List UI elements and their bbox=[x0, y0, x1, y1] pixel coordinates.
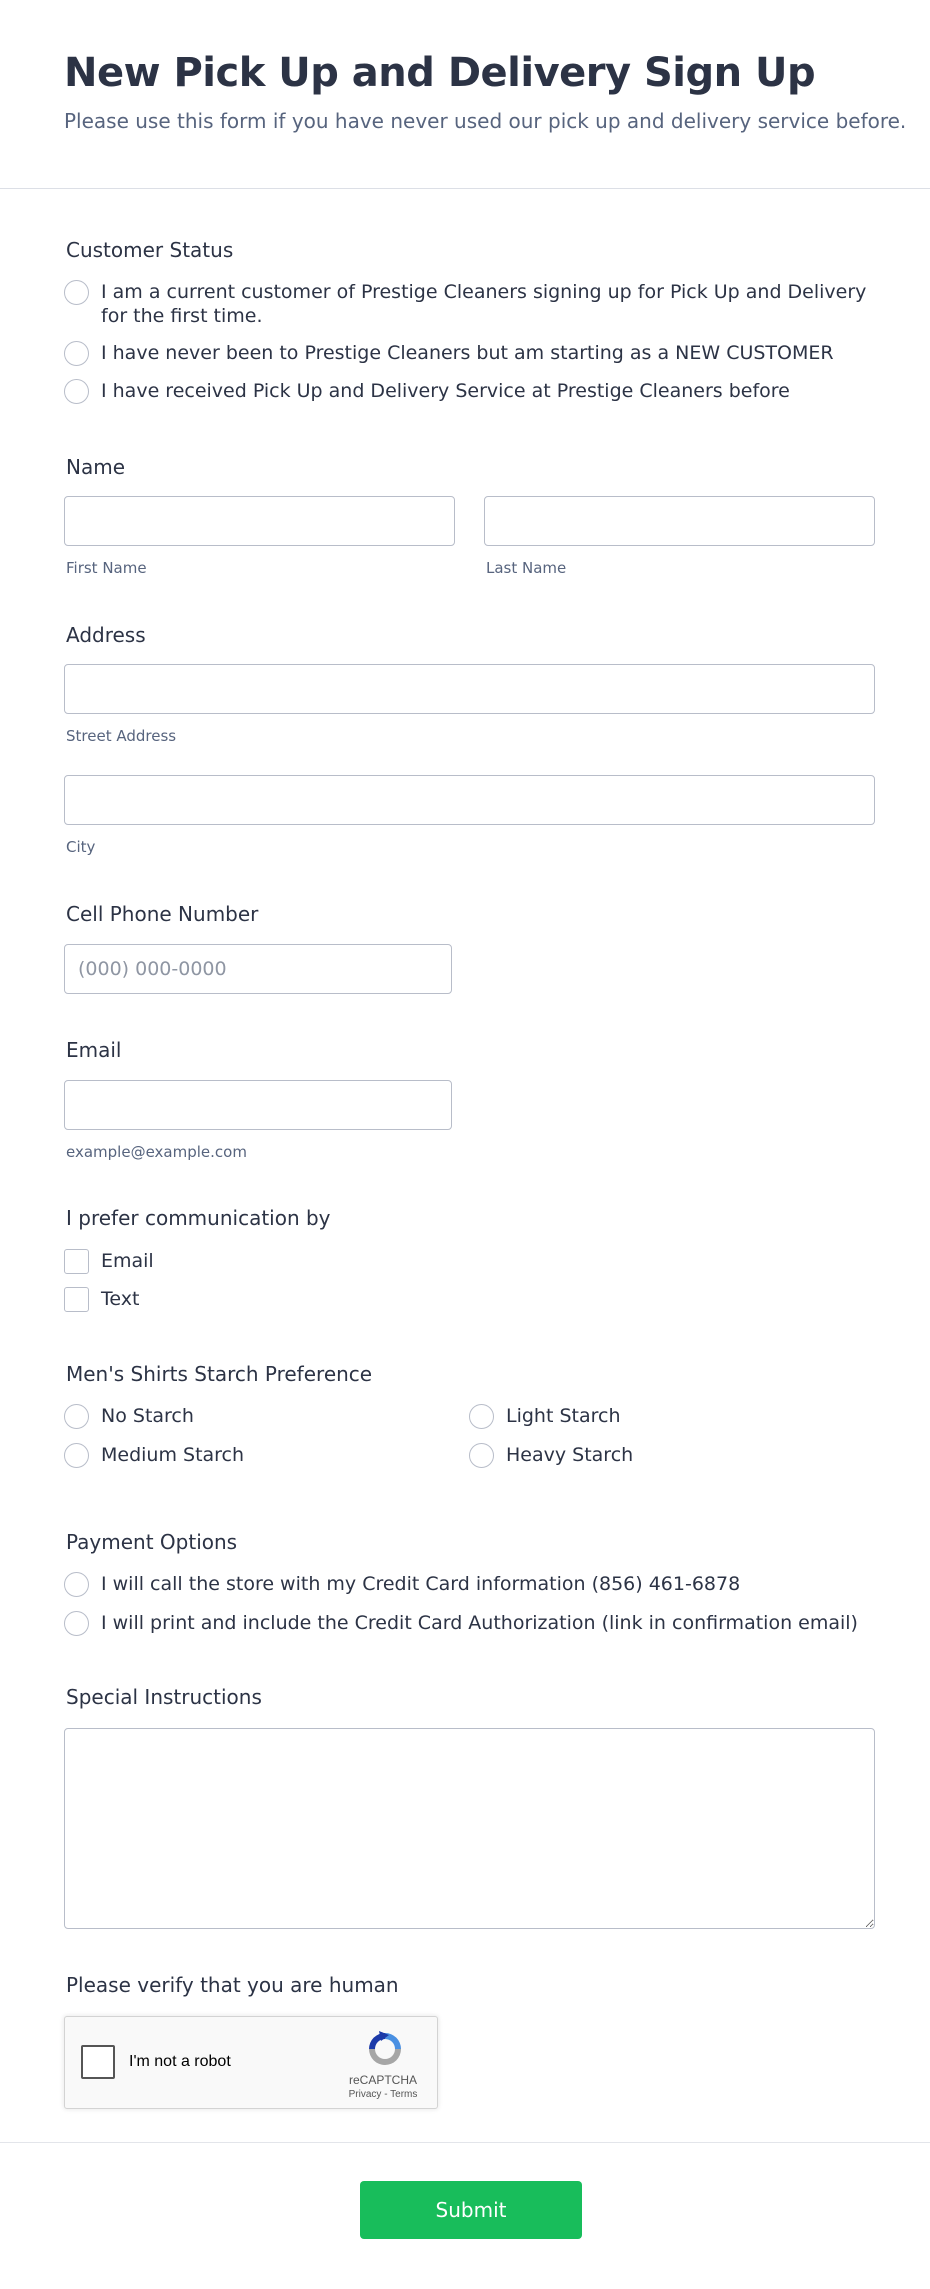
email-sublabel: example@example.com bbox=[66, 1143, 247, 1161]
starch-option-light[interactable]: Light Starch bbox=[506, 1404, 621, 1428]
name-label: Name bbox=[66, 455, 126, 479]
starch-option-heavy[interactable]: Heavy Starch bbox=[506, 1443, 633, 1467]
communication-option-text[interactable]: Text bbox=[101, 1287, 139, 1311]
phone-input[interactable] bbox=[64, 944, 452, 994]
phone-label: Cell Phone Number bbox=[66, 902, 259, 926]
payment-radio-print[interactable] bbox=[64, 1611, 89, 1636]
communication-label: I prefer communication by bbox=[66, 1206, 331, 1230]
first-name-input[interactable] bbox=[64, 496, 455, 546]
customer-status-option-returning[interactable]: I have received Pick Up and Delivery Ser… bbox=[101, 379, 790, 403]
form-header: New Pick Up and Delivery Sign Up Please … bbox=[0, 0, 930, 189]
customer-status-radio-current[interactable] bbox=[64, 280, 89, 305]
starch-radio-medium[interactable] bbox=[64, 1443, 89, 1468]
customer-status-option-current[interactable]: I am a current customer of Prestige Clea… bbox=[101, 280, 891, 328]
form-subtitle: Please use this form if you have never u… bbox=[64, 109, 907, 133]
street-address-sublabel: Street Address bbox=[66, 727, 177, 745]
city-sublabel: City bbox=[66, 838, 96, 856]
starch-option-medium[interactable]: Medium Starch bbox=[101, 1443, 244, 1467]
submit-button[interactable]: Submit bbox=[360, 2181, 582, 2239]
starch-label: Men's Shirts Starch Preference bbox=[66, 1362, 373, 1386]
payment-option-print[interactable]: I will print and include the Credit Card… bbox=[101, 1611, 858, 1635]
recaptcha-privacy-link[interactable]: Privacy bbox=[349, 2089, 382, 2100]
customer-status-option-new[interactable]: I have never been to Prestige Cleaners b… bbox=[101, 341, 834, 365]
last-name-sublabel: Last Name bbox=[486, 559, 567, 577]
payment-option-call[interactable]: I will call the store with my Credit Car… bbox=[101, 1572, 740, 1596]
recaptcha-link-separator: - bbox=[381, 2089, 391, 2100]
city-input[interactable] bbox=[64, 775, 875, 825]
recaptcha-logo-icon bbox=[369, 2031, 401, 2065]
form-title: New Pick Up and Delivery Sign Up bbox=[64, 50, 816, 96]
payment-label: Payment Options bbox=[66, 1530, 238, 1554]
communication-checkbox-email[interactable] bbox=[64, 1249, 89, 1274]
starch-option-none[interactable]: No Starch bbox=[101, 1404, 194, 1428]
verify-label: Please verify that you are human bbox=[66, 1973, 399, 1997]
communication-option-email[interactable]: Email bbox=[101, 1249, 154, 1273]
customer-status-label: Customer Status bbox=[66, 238, 234, 262]
starch-radio-heavy[interactable] bbox=[469, 1443, 494, 1468]
address-label: Address bbox=[66, 623, 146, 647]
starch-radio-none[interactable] bbox=[64, 1404, 89, 1429]
recaptcha-label: I'm not a robot bbox=[129, 2053, 231, 2070]
recaptcha-links: Privacy - Terms bbox=[335, 2089, 431, 2100]
recaptcha-widget: I'm not a robot reCAPTCHA Privacy - Term… bbox=[64, 2016, 438, 2109]
recaptcha-terms-link[interactable]: Terms bbox=[390, 2089, 417, 2100]
communication-checkbox-text[interactable] bbox=[64, 1287, 89, 1312]
footer-divider bbox=[0, 2142, 930, 2143]
recaptcha-brand: reCAPTCHA bbox=[348, 2073, 417, 2087]
first-name-sublabel: First Name bbox=[66, 559, 147, 577]
recaptcha-checkbox[interactable] bbox=[81, 2045, 115, 2079]
payment-radio-call[interactable] bbox=[64, 1572, 89, 1597]
customer-status-radio-returning[interactable] bbox=[64, 379, 89, 404]
email-input[interactable] bbox=[64, 1080, 452, 1130]
special-instructions-label: Special Instructions bbox=[66, 1685, 262, 1709]
email-label: Email bbox=[66, 1038, 122, 1062]
special-instructions-textarea[interactable] bbox=[64, 1728, 875, 1929]
starch-radio-light[interactable] bbox=[469, 1404, 494, 1429]
last-name-input[interactable] bbox=[484, 496, 875, 546]
customer-status-radio-new[interactable] bbox=[64, 341, 89, 366]
street-address-input[interactable] bbox=[64, 664, 875, 714]
